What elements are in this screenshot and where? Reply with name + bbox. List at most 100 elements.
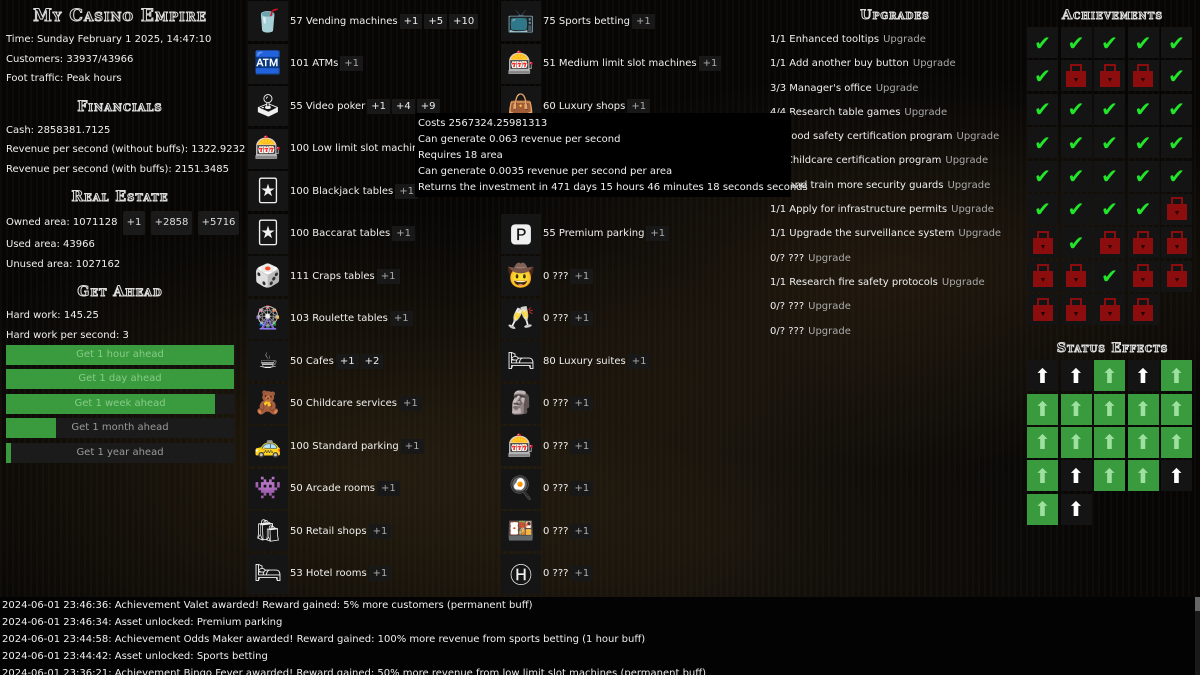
get-ahead-button[interactable]: Get 1 week ahead [6,393,234,414]
buy-area-button[interactable]: +5716 [197,211,240,235]
asset-row[interactable]: 🍱 0 ??? +1 [501,510,756,553]
asset-row[interactable]: 📺 75 Sports betting +1 [501,0,756,43]
buy-button[interactable]: +1 [368,523,392,539]
status-effect[interactable]: ⬆ [1161,460,1192,492]
upgrade-button[interactable]: Upgrade [808,326,851,337]
achievement-locked[interactable] [1027,227,1058,259]
achievement-unlocked[interactable]: ✔ [1027,160,1058,192]
status-effect[interactable]: ⬆ [1127,360,1159,392]
buy-button[interactable]: +1 [392,226,416,242]
buy-button[interactable]: +1 [698,56,722,72]
status-effect[interactable]: ⬆ [1094,460,1125,492]
buy-button[interactable]: +1 [570,566,594,582]
status-effect[interactable]: ⬆ [1094,426,1125,458]
buy-button[interactable]: +1 [570,438,594,454]
buy-button[interactable]: +1 [340,56,364,72]
achievement-unlocked[interactable]: ✔ [1161,160,1192,192]
status-effect[interactable]: ⬆ [1161,360,1192,392]
buy-button[interactable]: +1 [570,481,594,497]
achievement-unlocked[interactable]: ✔ [1127,193,1159,225]
upgrade-button[interactable]: Upgrade [808,301,851,312]
upgrade-button[interactable]: Upgrade [945,155,988,166]
achievement-unlocked[interactable]: ✔ [1094,127,1125,159]
buy-button[interactable]: +1 [627,98,651,114]
achievement-unlocked[interactable]: ✔ [1060,160,1092,192]
upgrade-button[interactable]: Upgrade [876,83,919,94]
status-effect[interactable]: ⬆ [1161,393,1192,425]
buy-button[interactable]: +1 [399,13,423,29]
achievement-unlocked[interactable]: ✔ [1127,160,1159,192]
upgrade-button[interactable]: Upgrade [808,253,851,264]
buy-button[interactable]: +1 [368,566,392,582]
status-effect[interactable]: ⬆ [1127,426,1159,458]
upgrade-button[interactable]: Upgrade [904,107,947,118]
buy-button[interactable]: +10 [449,13,479,29]
buy-button[interactable]: +1 [399,396,422,412]
achievement-locked[interactable] [1094,227,1125,259]
buy-button[interactable]: +4 [392,98,415,114]
buy-button[interactable]: +1 [646,226,670,242]
asset-row[interactable]: 🤠 0 ??? +1 [501,255,756,298]
buy-button[interactable]: +1 [570,311,594,327]
status-effect[interactable]: ⬆ [1027,493,1058,525]
achievement-locked[interactable] [1060,260,1092,292]
achievement-locked[interactable] [1161,227,1192,259]
achievement-unlocked[interactable]: ✔ [1027,127,1058,159]
achievement-unlocked[interactable]: ✔ [1127,127,1159,159]
buy-area-button[interactable]: +1 [122,211,146,235]
asset-row[interactable]: 🥂 0 ??? +1 [501,298,756,341]
status-effect[interactable]: ⬆ [1027,426,1058,458]
achievement-locked[interactable] [1127,60,1159,92]
scrollbar-thumb[interactable] [1195,597,1200,611]
achievement-unlocked[interactable]: ✔ [1161,27,1192,58]
asset-row[interactable]: Ⓗ 0 ??? +1 [501,553,756,596]
asset-row[interactable]: 🚕 100 Standard parking +1 [248,425,503,468]
asset-row[interactable]: 🛏 80 Luxury suites +1 [501,340,756,383]
buy-button[interactable]: +1 [400,438,424,454]
achievement-unlocked[interactable]: ✔ [1094,193,1125,225]
buy-button[interactable]: +9 [416,98,440,114]
status-effect[interactable]: ⬆ [1127,393,1159,425]
status-effect[interactable]: ⬆ [1060,426,1092,458]
achievement-locked[interactable] [1094,60,1125,92]
asset-row[interactable]: 🧸 50 Childcare services +1 [248,383,503,426]
achievement-unlocked[interactable]: ✔ [1161,60,1192,92]
buy-button[interactable]: +1 [570,268,594,284]
achievement-unlocked[interactable]: ✔ [1127,27,1159,58]
achievement-locked[interactable] [1027,294,1058,326]
status-effect[interactable]: ⬆ [1127,460,1159,492]
achievement-unlocked[interactable]: ✔ [1060,193,1092,225]
upgrade-button[interactable]: Upgrade [947,180,990,191]
achievement-locked[interactable] [1094,294,1125,326]
achievement-unlocked[interactable]: ✔ [1060,27,1092,58]
asset-row[interactable]: 🎰 51 Medium limit slot machines +1 [501,43,756,86]
asset-row[interactable]: 🗿 0 ??? +1 [501,383,756,426]
get-ahead-button[interactable]: Get 1 year ahead [6,442,234,463]
asset-row[interactable]: 🎰 0 ??? +1 [501,425,756,468]
buy-button[interactable]: +1 [627,353,651,369]
asset-row[interactable]: 🍳 0 ??? +1 [501,468,756,511]
buy-button[interactable]: +1 [631,13,655,29]
achievement-unlocked[interactable]: ✔ [1027,27,1058,58]
achievement-unlocked[interactable]: ✔ [1094,27,1125,58]
achievement-locked[interactable] [1161,260,1192,292]
asset-row[interactable]: 🎡 103 Roulette tables +1 [248,298,503,341]
status-effect[interactable]: ⬆ [1060,493,1092,525]
asset-row[interactable]: 🥤 57 Vending machines +1 +5 +10 [248,0,503,43]
buy-button[interactable]: +1 [389,311,413,327]
buy-button[interactable]: +1 [335,353,359,369]
asset-row[interactable]: 👾 50 Arcade rooms +1 [248,468,503,511]
achievement-unlocked[interactable]: ✔ [1161,127,1192,159]
achievement-locked[interactable] [1161,193,1192,225]
upgrade-button[interactable]: Upgrade [913,58,956,69]
log-scrollbar[interactable] [1195,597,1200,675]
buy-button[interactable]: +1 [570,396,594,412]
asset-row[interactable]: ☕ 50 Cafes +1 +2 [248,340,503,383]
achievement-locked[interactable] [1127,294,1159,326]
achievement-unlocked[interactable]: ✔ [1161,93,1192,125]
achievement-locked[interactable] [1060,60,1092,92]
upgrade-button[interactable]: Upgrade [958,228,1001,239]
achievement-locked[interactable] [1060,294,1092,326]
buy-button[interactable]: +1 [367,98,391,114]
asset-row[interactable]: 🎲 111 Craps tables +1 [248,255,503,298]
